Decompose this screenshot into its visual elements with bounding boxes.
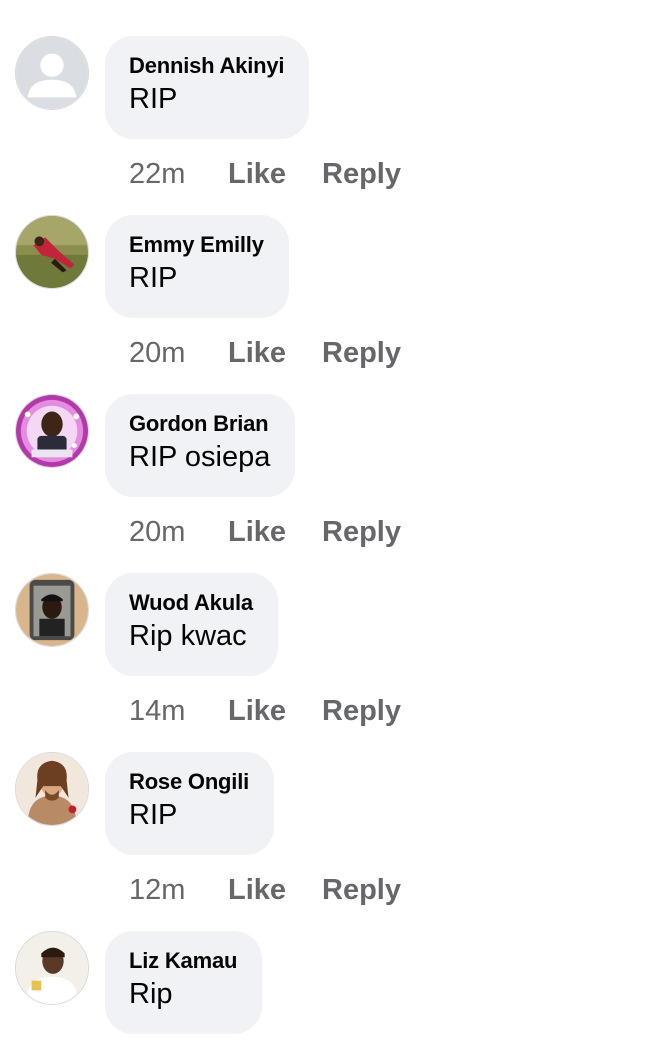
avatar[interactable] <box>15 931 89 1005</box>
comment-author[interactable]: Gordon Brian <box>129 411 270 437</box>
like-button[interactable]: Like <box>228 156 322 192</box>
comment-actions: 12m Like Reply <box>129 872 401 908</box>
comment-author[interactable]: Emmy Emilly <box>129 232 264 258</box>
profile-photo <box>16 753 88 825</box>
profile-photo <box>16 574 88 646</box>
comment-timestamp[interactable]: 20m <box>129 335 228 371</box>
comment-item: Rose Ongili RIP 12m Like Reply <box>0 752 662 931</box>
comment-bubble: Gordon Brian RIP osiepa <box>105 394 296 497</box>
comment-text: Rip <box>129 978 173 1010</box>
comment-actions: 20m Like Reply <box>129 514 401 550</box>
comment-item: Wuod Akula Rip kwac 14m Like Reply <box>0 573 662 752</box>
default-avatar-icon <box>16 37 88 109</box>
comment-author[interactable]: Rose Ongili <box>129 769 249 795</box>
reply-button[interactable]: Reply <box>322 514 401 550</box>
reply-button[interactable]: Reply <box>322 693 401 729</box>
comment-text: RIP <box>129 262 178 294</box>
profile-photo <box>16 216 88 288</box>
like-button[interactable]: Like <box>228 872 322 908</box>
avatar[interactable] <box>15 215 89 289</box>
comment-item: Dennish Akinyi RIP 22m Like Reply <box>0 36 662 215</box>
comment-bubble: Emmy Emilly RIP <box>105 215 289 318</box>
comment-item: Liz Kamau Rip <box>0 931 662 1055</box>
avatar[interactable] <box>15 573 89 647</box>
comment-author[interactable]: Dennish Akinyi <box>129 53 285 79</box>
comment-bubble: Rose Ongili RIP <box>105 752 275 855</box>
comment-text: Rip kwac <box>129 620 247 652</box>
like-button[interactable]: Like <box>228 693 322 729</box>
comment-actions: 14m Like Reply <box>129 693 401 729</box>
profile-photo <box>16 932 88 1004</box>
comment-timestamp[interactable]: 22m <box>129 156 228 192</box>
avatar[interactable] <box>15 752 89 826</box>
reply-button[interactable]: Reply <box>322 156 401 192</box>
comment-actions: 22m Like Reply <box>129 156 401 192</box>
comment-timestamp[interactable]: 20m <box>129 514 228 550</box>
comment-item: Gordon Brian RIP osiepa 20m Like Reply <box>0 394 662 573</box>
comment-text: RIP <box>129 83 178 115</box>
comment-text: RIP osiepa <box>129 441 271 473</box>
comment-actions: 20m Like Reply <box>129 335 401 371</box>
like-button[interactable]: Like <box>228 514 322 550</box>
profile-photo <box>16 395 88 467</box>
comment-bubble: Wuod Akula Rip kwac <box>105 573 278 676</box>
reply-button[interactable]: Reply <box>322 872 401 908</box>
like-button[interactable]: Like <box>228 335 322 371</box>
comment-bubble: Liz Kamau Rip <box>105 931 263 1034</box>
comment-timestamp[interactable]: 12m <box>129 872 228 908</box>
avatar[interactable] <box>15 36 89 110</box>
comment-item: Emmy Emilly RIP 20m Like Reply <box>0 215 662 394</box>
comment-timestamp[interactable]: 14m <box>129 693 228 729</box>
avatar[interactable] <box>15 394 89 468</box>
comment-text: RIP <box>129 799 178 831</box>
reply-button[interactable]: Reply <box>322 335 401 371</box>
comment-author[interactable]: Liz Kamau <box>129 948 237 974</box>
comment-bubble: Dennish Akinyi RIP <box>105 36 310 139</box>
comment-author[interactable]: Wuod Akula <box>129 590 253 616</box>
